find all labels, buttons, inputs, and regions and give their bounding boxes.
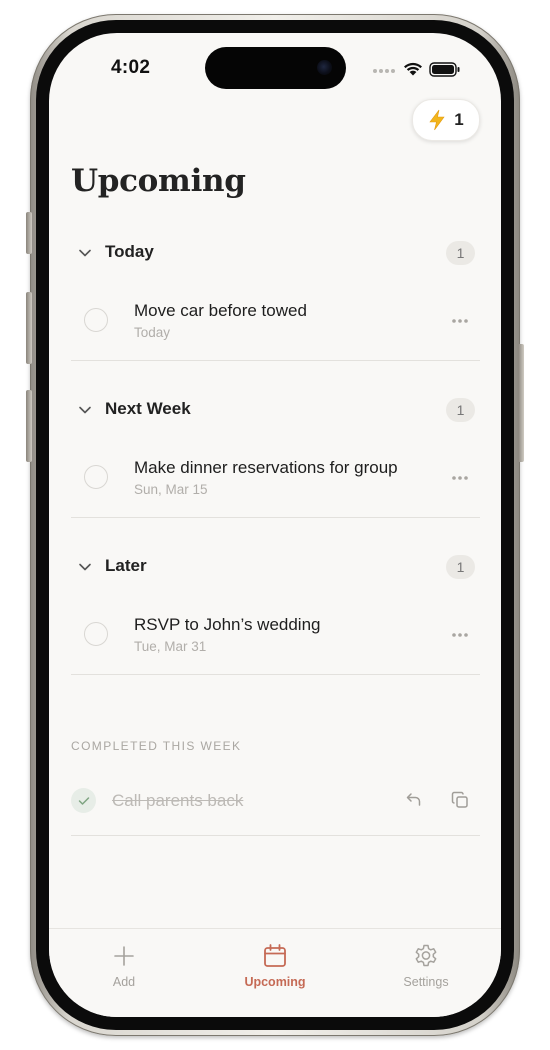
tab-settings[interactable]: Settings [371,941,481,1001]
task-date: Tue, Mar 31 [134,639,207,654]
divider [71,674,480,675]
task-row[interactable]: RSVP to John’s wedding Tue, Mar 31 [71,607,479,667]
completed-task-title: Call parents back [112,791,244,810]
action-button [26,212,32,254]
lightning-bolt-icon [429,109,445,131]
completed-task-row[interactable]: Call parents back [71,785,479,817]
task-row[interactable]: Move car before towed Today [71,293,479,353]
count-badge: 1 [446,398,475,422]
task-checkbox[interactable] [84,308,108,332]
completed-checkbox[interactable] [71,788,96,813]
count-badge: 1 [446,555,475,579]
more-icon[interactable] [451,475,469,481]
tab-label: Add [112,975,136,989]
chevron-down-icon [79,249,91,257]
duplicate-icon[interactable] [451,791,469,809]
volume-down-button [26,390,32,462]
tab-bar: Add Upcoming Settings [49,928,501,1017]
section-title: Next Week [105,399,191,418]
task-checkbox[interactable] [84,465,108,489]
count-badge: 1 [446,241,475,265]
divider [71,360,480,361]
task-title: Make dinner reservations for group [134,458,398,477]
page-title: Upcoming [71,163,246,199]
section-header-next-week[interactable]: Next Week 1 [71,395,479,425]
task-date: Today [134,325,171,340]
chevron-down-icon [79,406,91,414]
streak-button[interactable]: 1 [412,99,480,141]
wifi-icon [404,62,422,76]
task-date: Sun, Mar 15 [134,482,208,497]
power-button [518,344,524,462]
divider [71,835,480,836]
cellular-signal-icon [373,69,395,73]
battery-icon [429,62,460,77]
tab-add[interactable]: Add [69,941,179,1001]
front-camera-icon [317,60,332,75]
streak-count: 1 [454,110,464,129]
task-checkbox[interactable] [84,622,108,646]
section-header-later[interactable]: Later 1 [71,552,479,582]
chevron-down-icon [79,563,91,571]
divider [71,517,480,518]
more-icon[interactable] [451,632,469,638]
section-title: Today [105,242,154,261]
tab-label: Upcoming [244,975,306,989]
section-header-today[interactable]: Today 1 [71,238,479,268]
status-time: 4:02 [111,57,151,78]
dynamic-island [205,47,346,89]
volume-up-button [26,292,32,364]
task-row[interactable]: Make dinner reservations for group Sun, … [71,450,479,510]
tab-upcoming[interactable]: Upcoming [220,941,330,1001]
status-indicators [373,62,460,77]
more-icon[interactable] [451,318,469,324]
app-screen: 4:02 1 Upcoming Today 1 Move car before … [49,33,501,1017]
completed-section-label: COMPLETED THIS WEEK [71,739,242,753]
task-title: Move car before towed [134,301,307,320]
task-title: RSVP to John’s wedding [134,615,321,634]
gear-icon [415,944,437,967]
undo-icon[interactable] [405,791,423,809]
plus-icon [114,946,134,966]
checkmark-icon [78,796,89,805]
section-title: Later [105,556,147,575]
tab-label: Settings [403,975,449,989]
calendar-icon [264,944,286,967]
